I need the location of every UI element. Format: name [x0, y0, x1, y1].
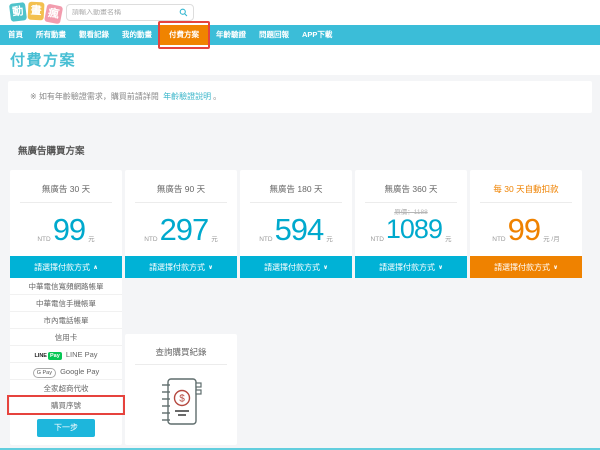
price-unit: 元 /月 — [543, 233, 560, 243]
nav-item-age-verification[interactable]: 年齡驗證 — [211, 25, 251, 45]
nav-item-watch-history[interactable]: 觀看記錄 — [74, 25, 114, 45]
price-row: NTD 99 元 /月 — [470, 203, 582, 256]
button-label: 請選擇付款方式 — [379, 262, 435, 273]
payment-method-landline[interactable]: 市內電話帳單 — [10, 312, 122, 329]
line-pay-badge-icon: Pay — [48, 352, 62, 360]
divider — [135, 364, 227, 365]
currency-label: NTD — [259, 236, 272, 243]
logo-tile: 瘋 — [44, 4, 63, 25]
purchase-history-card[interactable]: 查詢購買紀錄 $ — [125, 334, 237, 445]
logo-tile: 動 — [9, 2, 27, 22]
chevron-down-icon: ∨ — [438, 264, 443, 271]
price-unit: 元 — [211, 233, 218, 243]
payment-method-label: 購買序號 — [51, 401, 81, 410]
nav-item-app-download[interactable]: APP下載 — [297, 25, 337, 45]
plan-title: 每 30 天自動扣款 — [470, 170, 582, 198]
google-pay-logo: G Pay — [33, 368, 56, 378]
price-row: NTD 99 元 — [10, 203, 122, 256]
page-title: 付費方案 — [10, 49, 76, 70]
search-icon[interactable] — [179, 8, 188, 17]
age-verification-notice: ※ 如有年齡驗證需求，購買前請詳閱 年齡驗證說明。 — [8, 81, 592, 113]
nav-item-my-anime[interactable]: 我的動畫 — [117, 25, 157, 45]
price-row: NTD 594 元 — [240, 203, 352, 256]
nav-item-home[interactable]: 首頁 — [3, 25, 28, 45]
age-verification-link[interactable]: 年齡驗證說明 — [163, 92, 211, 101]
original-price: 原價：1188 — [355, 206, 467, 216]
price-row: NTD 297 元 — [125, 203, 237, 256]
payment-method-google-pay[interactable]: G Pay Google Pay — [10, 363, 122, 380]
currency-label: NTD — [492, 236, 505, 243]
nav-item-payment-plans[interactable]: 付費方案 — [160, 25, 208, 45]
price-value: 1089 — [386, 214, 442, 245]
currency-label: NTD — [144, 236, 157, 243]
logo-tile: 畫 — [28, 2, 45, 21]
payment-method-label: LINE Pay — [66, 350, 98, 359]
price-value: 594 — [275, 212, 324, 248]
chevron-up-icon: ∧ — [93, 264, 98, 271]
chevron-down-icon: ∨ — [553, 264, 558, 271]
button-label: 請選擇付款方式 — [494, 262, 550, 273]
purchase-history-title: 查詢購買紀錄 — [125, 334, 237, 360]
price-value: 99 — [53, 212, 85, 248]
price-unit: 元 — [445, 233, 452, 243]
chevron-down-icon: ∨ — [323, 264, 328, 271]
plan-card-360-days: 無廣告 360 天 原價：1188 NTD 1089 元 請選擇付款方式 ∨ — [355, 170, 467, 278]
plan-card-30-days: 無廣告 30 天 NTD 99 元 請選擇付款方式 ∧ 中華電信寬頻網路帳單 中… — [10, 170, 122, 445]
payment-method-cht-broadband[interactable]: 中華電信寬頻網路帳單 — [10, 278, 122, 295]
currency-label: NTD — [371, 236, 384, 243]
price-row: 原價：1188 NTD 1089 元 — [355, 203, 467, 256]
search-box[interactable] — [66, 4, 194, 21]
plan-cards: 無廣告 30 天 NTD 99 元 請選擇付款方式 ∧ 中華電信寬頻網路帳單 中… — [10, 170, 582, 445]
select-payment-button[interactable]: 請選擇付款方式 ∧ — [10, 256, 122, 278]
header: 動 畫 瘋 — [0, 0, 600, 25]
plan-card-180-days: 無廣告 180 天 NTD 594 元 請選擇付款方式 ∨ — [240, 170, 352, 278]
svg-text:$: $ — [179, 394, 185, 405]
select-payment-button[interactable]: 請選擇付款方式 ∨ — [240, 256, 352, 278]
price-unit: 元 — [88, 233, 95, 243]
notice-text: ※ 如有年齡驗證需求，購買前請詳閱 — [30, 92, 159, 101]
price-value: 99 — [508, 212, 540, 248]
payment-method-familymart[interactable]: 全家超商代收 — [10, 380, 122, 397]
chevron-down-icon: ∨ — [208, 264, 213, 271]
plan-title: 無廣告 90 天 — [125, 170, 237, 198]
button-label: 請選擇付款方式 — [34, 262, 90, 273]
button-label: 請選擇付款方式 — [264, 262, 320, 273]
nav-item-all-anime[interactable]: 所有動畫 — [31, 25, 71, 45]
site-logo[interactable]: 動 畫 瘋 — [10, 3, 62, 21]
plan-title: 無廣告 360 天 — [355, 170, 467, 198]
button-label: 請選擇付款方式 — [149, 262, 205, 273]
section-title: 無廣告購買方案 — [18, 143, 85, 157]
payment-method-line-pay[interactable]: LINEPay LINE Pay — [10, 346, 122, 363]
price-value: 297 — [160, 212, 209, 248]
payment-method-label: Google Pay — [60, 367, 99, 376]
currency-label: NTD — [37, 236, 50, 243]
notice-suffix: 。 — [213, 92, 221, 101]
plan-title: 無廣告 30 天 — [10, 170, 122, 198]
next-step-button[interactable]: 下一步 — [37, 419, 95, 437]
main-nav: 首頁 所有動畫 觀看記錄 我的動畫 付費方案 年齡驗證 問題回報 APP下載 — [0, 25, 600, 45]
payment-method-serial-number[interactable]: 購買序號 — [10, 397, 122, 414]
plan-card-90-days: 無廣告 90 天 NTD 297 元 請選擇付款方式 ∨ — [125, 170, 237, 278]
plan-title: 無廣告 180 天 — [240, 170, 352, 198]
select-payment-button[interactable]: 請選擇付款方式 ∨ — [355, 256, 467, 278]
select-payment-button[interactable]: 請選擇付款方式 ∨ — [470, 256, 582, 278]
nav-item-label: 付費方案 — [169, 30, 199, 39]
payment-method-credit-card[interactable]: 信用卡 — [10, 329, 122, 346]
ledger-notebook-icon[interactable]: $ — [158, 374, 204, 430]
nav-item-feedback[interactable]: 問題回報 — [254, 25, 294, 45]
payment-method-cht-mobile[interactable]: 中華電信手機帳單 — [10, 295, 122, 312]
search-input[interactable] — [72, 9, 179, 16]
line-pay-logo: LINE — [34, 353, 47, 359]
select-payment-button[interactable]: 請選擇付款方式 ∨ — [125, 256, 237, 278]
plan-card-monthly-auto: 每 30 天自動扣款 NTD 99 元 /月 請選擇付款方式 ∨ — [470, 170, 582, 278]
price-unit: 元 — [326, 233, 333, 243]
